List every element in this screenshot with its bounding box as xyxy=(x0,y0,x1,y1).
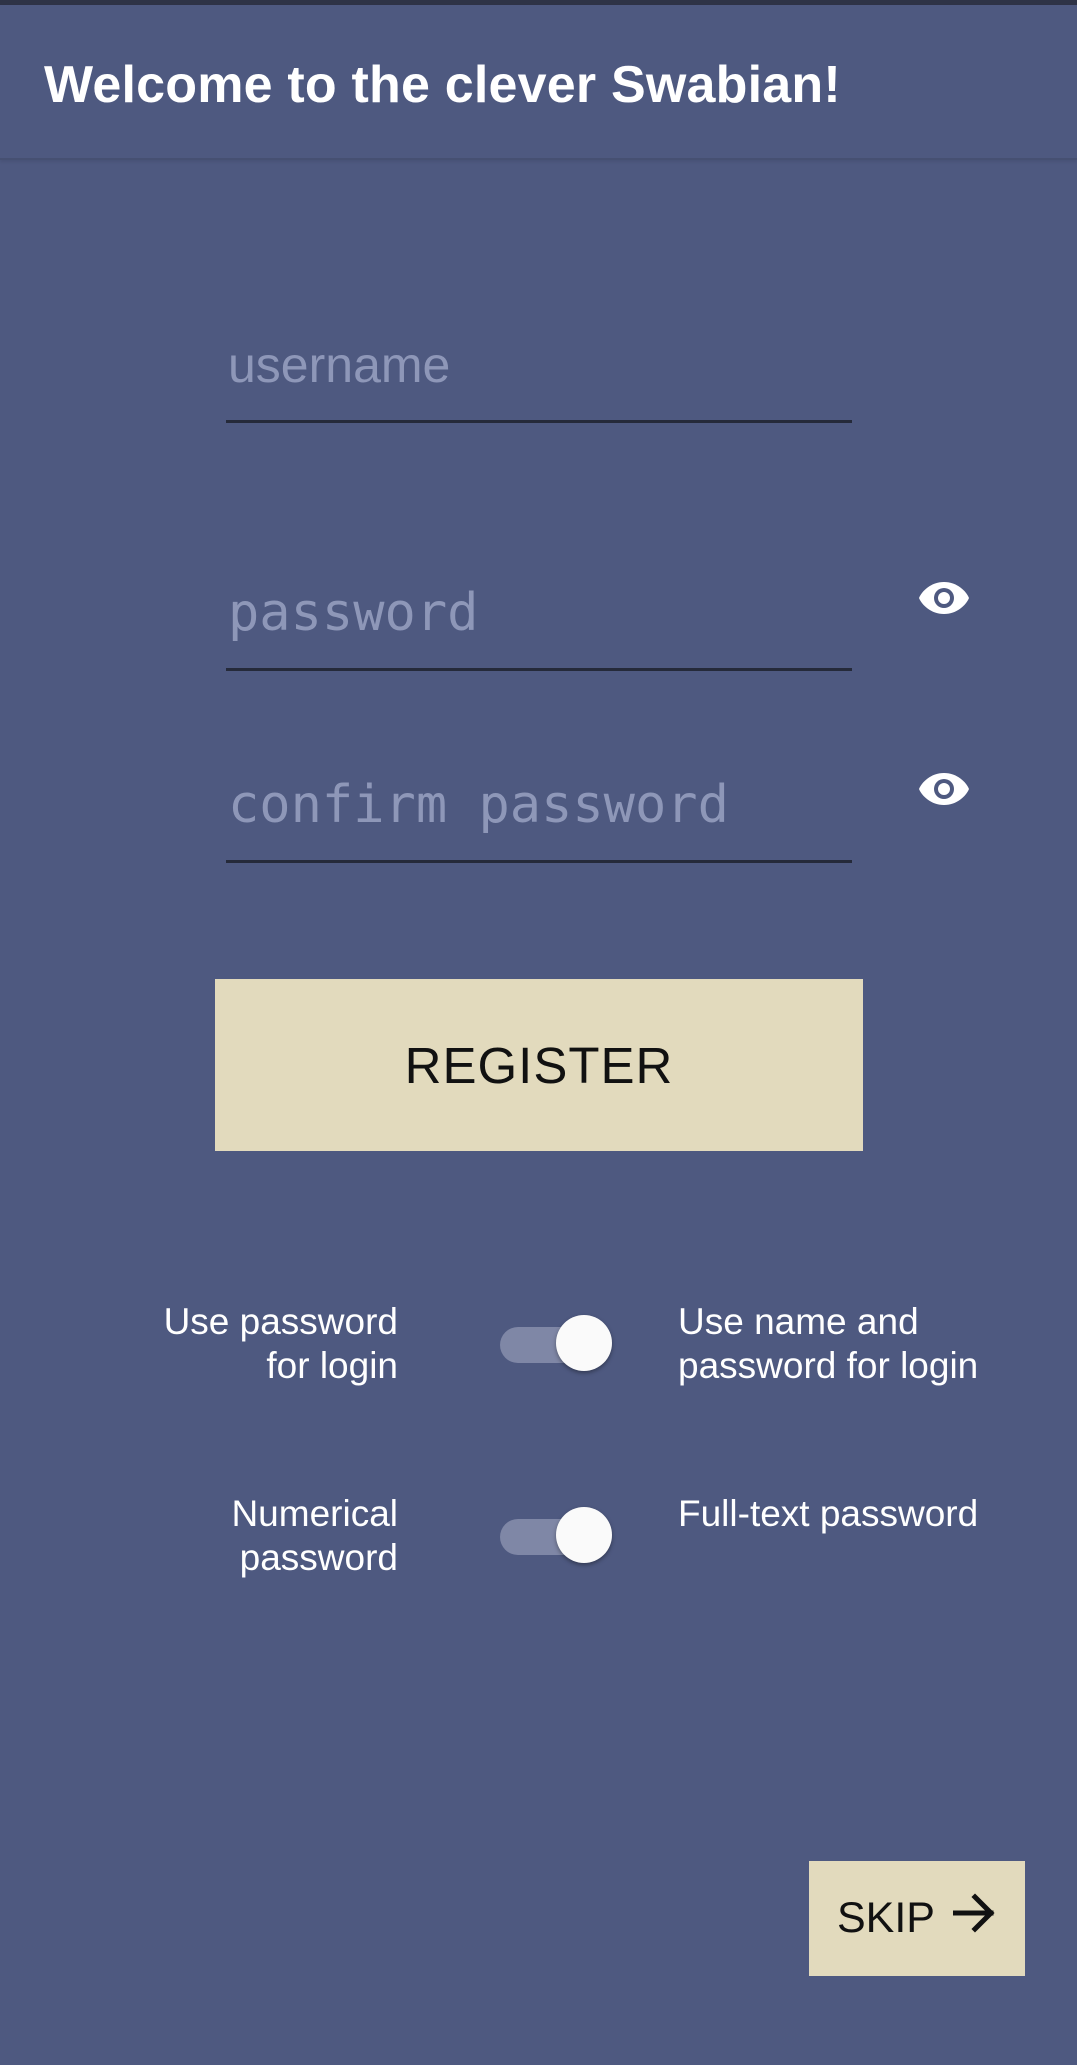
password-type-toggle[interactable] xyxy=(498,1505,618,1565)
login-mode-left-label: Use password for login xyxy=(163,1301,398,1386)
username-input[interactable] xyxy=(226,310,852,423)
app-bar: Welcome to the clever Swabian! xyxy=(0,5,1077,160)
password-type-right-label: Full-text password xyxy=(678,1493,979,1534)
login-mode-toggle[interactable] xyxy=(498,1313,618,1373)
eye-icon[interactable] xyxy=(912,566,976,630)
toggle-thumb xyxy=(556,1315,612,1371)
arrow-right-icon xyxy=(952,1893,997,1944)
password-input[interactable] xyxy=(226,558,852,671)
skip-label: SKIP xyxy=(837,1894,935,1942)
login-mode-right-label: Use name and password for login xyxy=(678,1301,979,1386)
toggle-thumb xyxy=(556,1507,612,1563)
skip-button[interactable]: SKIP xyxy=(809,1861,1025,1976)
eye-icon[interactable] xyxy=(912,757,976,821)
register-button[interactable]: REGISTER xyxy=(215,979,863,1151)
password-type-left-label: Numerical password xyxy=(231,1493,398,1578)
confirm-password-input[interactable] xyxy=(226,750,852,863)
page-title: Welcome to the clever Swabian! xyxy=(44,56,841,114)
